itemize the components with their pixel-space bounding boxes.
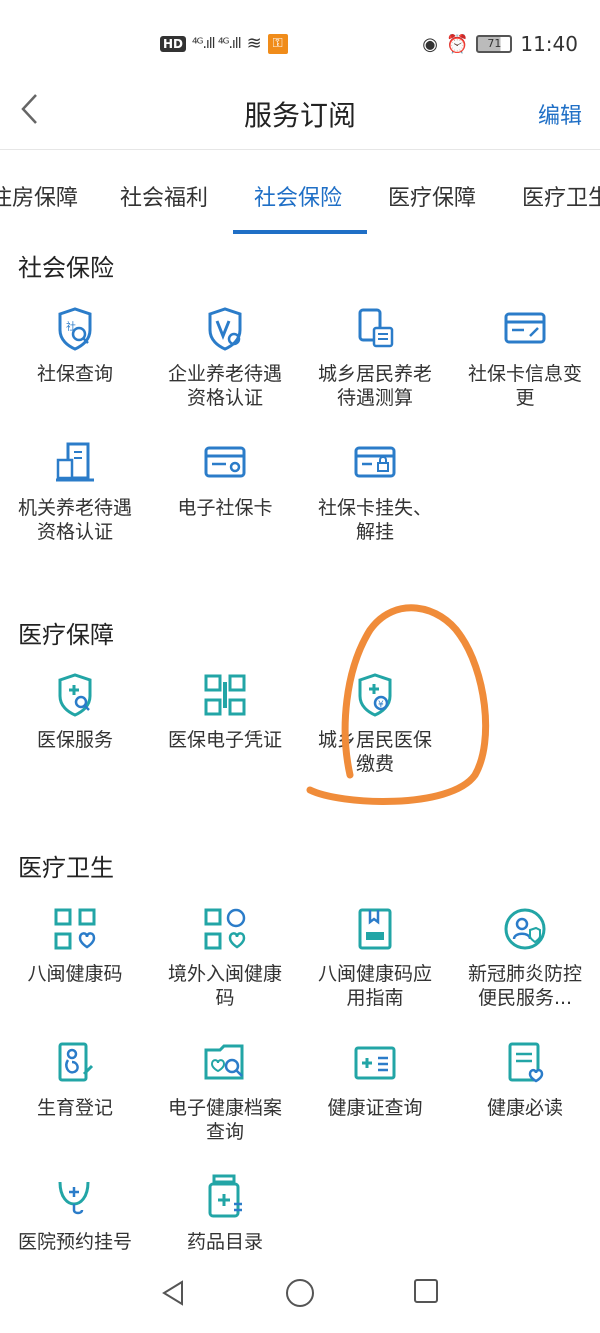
alarm-icon: ⏰ [445,33,469,55]
key-icon: ⚿ [267,33,288,54]
page-title: 服务订阅 [243,99,356,132]
grid-item-card-loss[interactable]: 社保卡挂失、解挂 [300,440,450,544]
person-shield-icon [504,908,546,950]
category-tabs: 住房保障 社会福利 社会保险 医疗保障 医疗卫生 [0,150,600,236]
hd-badge: HD [160,35,187,52]
tab-indicator [233,230,367,234]
grid-item-label: 机关养老待遇资格认证 [18,497,133,543]
grid-item-health-record[interactable]: 电子健康档案查询 [150,1040,300,1144]
status-bar: HD ⁴ᴳ.ıll ⁴ᴳ.ıll ≋ ⚿ ◉ ⏰ 71 11:40 [0,0,600,88]
card-icon [204,446,246,478]
tab-health[interactable]: 医疗卫生 [522,180,600,212]
grid-item-label: 八闽健康码 [27,963,123,985]
grid-item-birth-registration[interactable]: 生育登记 [0,1040,150,1120]
grid-item-label: 社保查询 [36,363,113,385]
grid-item-hospital-appointment[interactable]: 医院预约挂号 [0,1174,150,1254]
grid-item-health-code[interactable]: 八闽健康码 [0,906,150,986]
nav-back-icon[interactable] [160,1279,188,1307]
building-doc-icon [56,442,94,482]
nav-home-icon[interactable] [286,1279,314,1307]
grid-item-covid-service[interactable]: 新冠肺炎防控便民服务... [450,906,600,1010]
section-title-social-insurance: 社会保险 [18,254,114,282]
battery-icon: 71 [476,35,513,53]
eye-icon: ◉ [422,33,438,55]
grid-item-health-code-guide[interactable]: 八闽健康码应用指南 [300,906,450,1010]
medical-shield-search-icon [58,673,92,717]
grid-item-overseas-health-code[interactable]: 境外入闽健康码 [150,906,300,1010]
card-lock-icon [354,446,396,478]
health-qr-icon [54,908,96,950]
section-title-medical-security: 医疗保障 [18,621,114,649]
card-edit-icon [504,312,546,344]
svg-text:社: 社 [66,320,76,333]
grid-item-label: 医院预约挂号 [18,1231,133,1253]
health-card-icon [354,1046,396,1080]
grid-item-label: 社保卡信息变更 [468,363,583,409]
medicine-bottle-icon [208,1174,242,1218]
grid-item-agency-pension[interactable]: 机关养老待遇资格认证 [0,440,150,544]
grid-item-label: 电子社保卡 [177,497,273,519]
grid-item-label: 药品目录 [186,1231,263,1253]
grid-item-label: 八闽健康码应用指南 [318,963,433,1009]
grid-item-label: 生育登记 [36,1097,113,1119]
tab-housing[interactable]: 住房保障 [0,180,78,212]
tab-social-insurance[interactable]: 社会保险 [254,180,342,212]
tab-welfare[interactable]: 社会福利 [120,180,208,212]
doc-heart-icon [508,1042,544,1083]
wifi-icon: ≋ [246,33,262,54]
highlight-circle-annotation [306,604,490,805]
system-nav-bar [0,1263,600,1333]
tab-medical-security[interactable]: 医疗保障 [388,180,476,212]
grid-item-card-change[interactable]: 社保卡信息变更 [450,306,600,410]
globe-qr-icon [204,908,246,950]
pregnancy-doc-icon [58,1042,94,1082]
grid-item-label: 新冠肺炎防控便民服务... [468,963,583,1009]
grid-item-label: 企业养老待遇资格认证 [168,363,283,409]
shield-check-icon [208,307,242,351]
grid-item-pension-calc[interactable]: 城乡居民养老待遇测算 [300,306,450,410]
shield-search-icon: 社 [58,307,92,351]
guide-book-icon [358,908,392,950]
section-title-health: 医疗卫生 [18,854,114,882]
grid-item-e-card[interactable]: 电子社保卡 [150,440,300,520]
grid-item-label: 城乡居民养老待遇测算 [318,363,433,409]
nav-recent-icon[interactable] [414,1279,438,1303]
clock: 11:40 [520,32,578,56]
grid-item-label: 境外入闽健康码 [168,963,283,1009]
grid-item-health-reading[interactable]: 健康必读 [450,1040,600,1120]
signal-icon: ⁴ᴳ.ıll ⁴ᴳ.ıll [192,35,242,52]
grid-item-label: 医保电子凭证 [168,729,283,751]
calculator-doc-icon [358,308,394,348]
grid-item-label: 健康证查询 [327,1097,423,1119]
grid-item-medical-service[interactable]: 医保服务 [0,672,150,752]
grid-item-label: 电子健康档案查询 [168,1097,283,1143]
grid-item-label: 社保卡挂失、解挂 [318,497,433,543]
grid-item-enterprise-pension[interactable]: 企业养老待遇资格认证 [150,306,300,410]
grid-item-label: 健康必读 [486,1097,563,1119]
edit-button[interactable]: 编辑 [538,98,582,130]
stethoscope-icon [58,1181,90,1215]
qr-code-icon [204,674,246,716]
grid-item-drug-catalog[interactable]: 药品目录 [150,1174,300,1254]
status-left: HD ⁴ᴳ.ıll ⁴ᴳ.ıll ≋ ⚿ [160,33,288,54]
grid-item-health-cert-query[interactable]: 健康证查询 [300,1040,450,1120]
grid-item-social-query[interactable]: 社 社保查询 [0,306,150,386]
grid-item-medical-ecert[interactable]: 医保电子凭证 [150,672,300,752]
page-header: 服务订阅 编辑 [0,78,600,150]
grid-item-label: 医保服务 [36,729,113,751]
status-right: ◉ ⏰ 71 11:40 [422,32,578,56]
health-file-search-icon [204,1044,244,1080]
